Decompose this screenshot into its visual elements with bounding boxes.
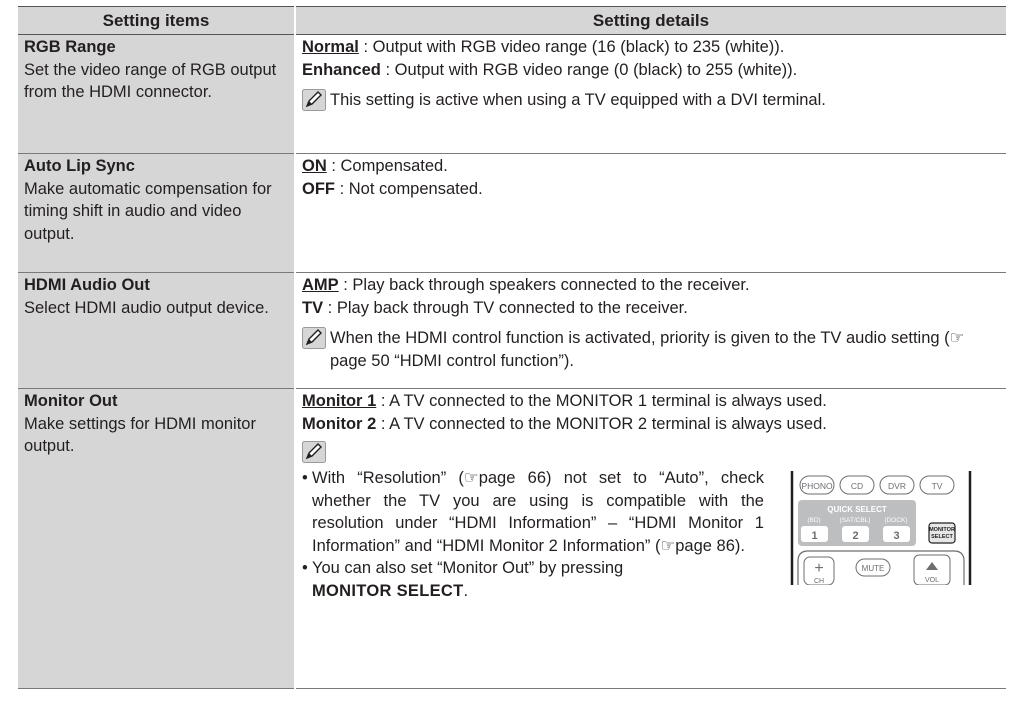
table-row: HDMI Audio Out Select HDMI audio output … [18, 272, 1006, 389]
setting-title: HDMI Audio Out [24, 276, 150, 294]
option-text: : A TV connected to the MONITOR 1 termin… [376, 392, 827, 410]
note-text: This setting is active when using a TV e… [330, 91, 826, 109]
remote-btn-dvr: DVR [888, 481, 906, 491]
setting-item-cell: Auto Lip Sync Make automatic compensatio… [18, 153, 296, 273]
setting-description: Set the video range of RGB output from t… [24, 60, 277, 102]
setting-details-cell: ON : Compensated. OFF : Not compensated. [295, 153, 1006, 273]
option-text: : Output with RGB video range (0 (black)… [380, 60, 798, 79]
option-text: : Output with RGB video range (16 (black… [358, 38, 785, 56]
option-line: Monitor 1 : A TV connected to the MONITO… [302, 390, 1000, 413]
quick-select-sub-bd: (BD) [807, 517, 820, 524]
setting-details-cell: Monitor 1 : A TV connected to the MONITO… [295, 388, 1006, 689]
option-line: Enhanced : Output with RGB video range (… [302, 59, 1000, 82]
option-line: Normal : Output with RGB video range (16… [302, 36, 1000, 59]
quick-select-2: 2 [852, 530, 858, 542]
settings-table: Setting items Setting details RGB Range … [18, 6, 1006, 689]
remote-btn-cd: CD [851, 481, 863, 491]
pencil-note-icon [302, 327, 326, 349]
option-key: Enhanced [302, 60, 381, 79]
note: This setting is active when using a TV e… [302, 89, 1000, 112]
setting-title: RGB Range [24, 38, 116, 56]
table-row: Auto Lip Sync Make automatic compensatio… [18, 153, 1006, 273]
note-text: When the HDMI control function is activa… [330, 329, 965, 370]
setting-description: Make settings for HDMI monitor output. [24, 414, 256, 456]
list-item: You can also set “Monitor Out” by pressi… [302, 557, 764, 602]
setting-item-cell: Monitor Out Make settings for HDMI monit… [18, 388, 296, 689]
setting-item-cell: HDMI Audio Out Select HDMI audio output … [18, 272, 296, 389]
quick-select-sub-satcbl: (SAT/CBL) [840, 517, 871, 524]
table-row: RGB Range Set the video range of RGB out… [18, 34, 1006, 154]
option-key: TV [302, 298, 324, 317]
option-key: ON [302, 157, 327, 175]
column-header-setting-details: Setting details [295, 6, 1006, 35]
option-text: : Play back through speakers connected t… [338, 276, 750, 294]
pencil-note-icon [302, 441, 326, 463]
note-marker [302, 441, 1000, 467]
quick-select-sub-dock: (DOCK) [884, 517, 907, 524]
note: When the HDMI control function is activa… [302, 327, 1000, 372]
monitor-select-label-1: MONITOR [929, 527, 955, 533]
list-item: With “Resolution” (☞page 66) not set to … [302, 467, 764, 557]
mute-label: MUTE [862, 564, 885, 573]
monitor-select-label-2: SELECT [931, 534, 953, 540]
setting-item-cell: RGB Range Set the video range of RGB out… [18, 34, 296, 154]
table-header-row: Setting items Setting details [18, 6, 1006, 35]
ch-label: CH [814, 578, 824, 585]
setting-description: Make automatic compensation for timing s… [24, 179, 272, 243]
option-key: OFF [302, 179, 335, 198]
option-line: TV : Play back through TV connected to t… [302, 297, 1000, 320]
remote-btn-phono: PHONO [801, 481, 833, 491]
bullet-text: You can also set “Monitor Out” by pressi… [312, 559, 624, 577]
quick-select-3: 3 [893, 530, 899, 542]
option-text: : Play back through TV connected to the … [323, 298, 688, 317]
option-text: : Compensated. [326, 157, 448, 175]
option-line: AMP : Play back through speakers connect… [302, 274, 1000, 297]
option-key: Normal [302, 38, 359, 56]
setting-title: Monitor Out [24, 392, 118, 410]
option-key: Monitor 2 [302, 414, 377, 433]
ch-plus-icon: + [814, 560, 823, 577]
quick-select-label: QUICK SELECT [827, 505, 887, 514]
option-line: Monitor 2 : A TV connected to the MONITO… [302, 413, 1000, 436]
setting-title: Auto Lip Sync [24, 157, 135, 175]
pencil-note-icon [302, 89, 326, 111]
option-key: AMP [302, 276, 339, 294]
setting-details-cell: Normal : Output with RGB video range (16… [295, 34, 1006, 154]
bullet-suffix: . [463, 581, 469, 600]
monitor-select-button-name: MONITOR SELECT [312, 581, 464, 600]
column-header-setting-items: Setting items [18, 6, 296, 35]
setting-description: Select HDMI audio output device. [24, 298, 269, 317]
note-bullets: With “Resolution” (☞page 66) not set to … [302, 467, 764, 602]
setting-details-cell: AMP : Play back through speakers connect… [295, 272, 1006, 389]
option-text: : A TV connected to the MONITOR 2 termin… [376, 414, 827, 433]
option-key: Monitor 1 [302, 392, 377, 410]
option-line: OFF : Not compensated. [302, 178, 1000, 201]
option-text: : Not compensated. [335, 179, 483, 198]
remote-control-illustration: PHONO CD DVR TV QUICK SELECT (BD) (SAT/C… [784, 471, 978, 585]
table-row: Monitor Out Make settings for HDMI monit… [18, 388, 1006, 689]
quick-select-1: 1 [811, 530, 817, 542]
remote-btn-tv: TV [932, 481, 943, 491]
vol-label: VOL [925, 577, 939, 584]
monitor-note-block: With “Resolution” (☞page 66) not set to … [302, 467, 1000, 602]
option-line: ON : Compensated. [302, 155, 1000, 178]
